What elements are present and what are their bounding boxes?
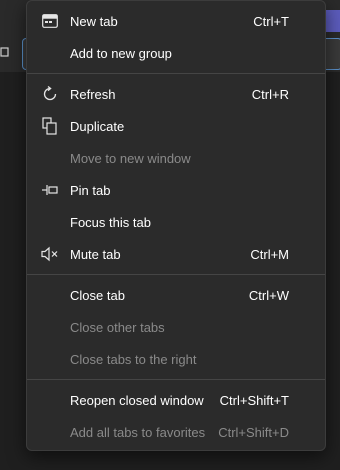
menu-item-shortcut: Ctrl+W xyxy=(248,287,289,303)
menu-item-duplicate[interactable]: Duplicate xyxy=(33,111,321,141)
menu-item-close-other-tabs[interactable]: Close other tabs xyxy=(33,312,321,342)
tab-context-menu: New tab Ctrl+T Add to new group Refresh … xyxy=(26,0,326,451)
menu-item-shortcut: Ctrl+Shift+T xyxy=(219,392,289,408)
duplicate-icon xyxy=(41,117,59,135)
menu-item-close-tab[interactable]: Close tab Ctrl+W xyxy=(33,280,321,310)
menu-separator xyxy=(27,73,325,74)
menu-item-add-to-new-group[interactable]: Add to new group xyxy=(33,38,321,68)
menu-item-label: Close tab xyxy=(70,287,125,303)
menu-item-add-all-tabs-to-favorites[interactable]: Add all tabs to favorites Ctrl+Shift+D xyxy=(33,417,321,447)
menu-item-label: New tab xyxy=(70,13,118,29)
menu-item-label: Duplicate xyxy=(70,118,125,134)
tab-overflow-icon[interactable] xyxy=(0,44,10,60)
pin-icon xyxy=(41,181,59,199)
menu-item-new-tab[interactable]: New tab Ctrl+T xyxy=(33,6,321,36)
menu-item-close-tabs-to-the-right[interactable]: Close tabs to the right xyxy=(33,344,321,374)
menu-item-label: Focus this tab xyxy=(70,214,151,230)
menu-item-label: Refresh xyxy=(70,86,116,102)
menu-item-refresh[interactable]: Refresh Ctrl+R xyxy=(33,79,321,109)
menu-item-move-to-new-window[interactable]: Move to new window xyxy=(33,143,321,173)
new-tab-icon xyxy=(41,12,59,30)
menu-item-label: Mute tab xyxy=(70,246,121,262)
menu-item-label: Close other tabs xyxy=(70,319,165,335)
menu-item-shortcut: Ctrl+Shift+D xyxy=(218,424,289,440)
menu-item-mute-tab[interactable]: Mute tab Ctrl+M xyxy=(33,239,321,269)
menu-item-label: Close tabs to the right xyxy=(70,351,197,367)
menu-item-label: Pin tab xyxy=(70,182,111,198)
menu-item-label: Reopen closed window xyxy=(70,392,204,408)
menu-item-label: Add all tabs to favorites xyxy=(70,424,206,440)
menu-item-shortcut: Ctrl+M xyxy=(250,246,289,262)
mute-icon xyxy=(41,245,59,263)
menu-item-shortcut: Ctrl+R xyxy=(251,86,289,102)
menu-item-label: Add to new group xyxy=(70,45,172,61)
menu-item-pin-tab[interactable]: Pin tab xyxy=(33,175,321,205)
menu-separator xyxy=(27,379,325,380)
menu-item-label: Move to new window xyxy=(70,150,191,166)
refresh-icon xyxy=(41,85,59,103)
menu-separator xyxy=(27,274,325,275)
menu-item-focus-this-tab[interactable]: Focus this tab xyxy=(33,207,321,237)
menu-item-shortcut: Ctrl+T xyxy=(253,13,289,29)
menu-item-reopen-closed-window[interactable]: Reopen closed window Ctrl+Shift+T xyxy=(33,385,321,415)
